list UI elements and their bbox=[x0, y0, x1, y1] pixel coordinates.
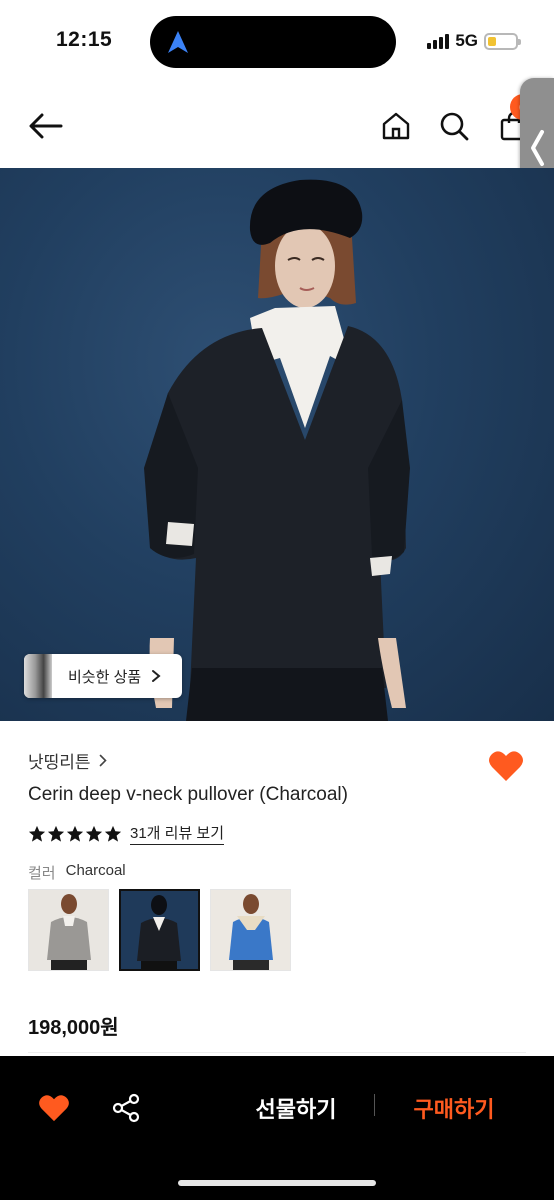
battery-level bbox=[488, 36, 496, 46]
back-arrow-icon bbox=[29, 113, 63, 139]
color-swatches bbox=[28, 889, 291, 971]
chevron-right-icon bbox=[152, 670, 161, 682]
similar-product-thumbnail bbox=[24, 654, 52, 698]
product-title: Cerin deep v-neck pullover (Charcoal) bbox=[28, 784, 348, 805]
home-button[interactable] bbox=[374, 104, 418, 148]
color-label: 컬러 bbox=[28, 865, 56, 882]
heart-icon bbox=[39, 1095, 69, 1122]
nav-bar: 6 bbox=[0, 82, 554, 168]
bottom-divider bbox=[374, 1094, 375, 1116]
product-price: 198,000원 bbox=[28, 1017, 119, 1039]
brand-name: 낫띵리튼 bbox=[28, 753, 91, 772]
color-value: Charcoal bbox=[65, 862, 126, 879]
review-link[interactable]: 31개 리뷰 보기 bbox=[130, 822, 225, 845]
wishlist-button[interactable] bbox=[486, 746, 526, 786]
network-type: 5G bbox=[455, 31, 478, 50]
star-icon bbox=[66, 825, 84, 842]
home-indicator bbox=[178, 1180, 376, 1186]
rating-row: 31개 리뷰 보기 bbox=[28, 822, 225, 845]
star-icon bbox=[104, 825, 122, 842]
bottom-action-bar: 선물하기 구매하기 bbox=[0, 1056, 554, 1200]
model-illustration bbox=[144, 179, 410, 721]
heart-icon bbox=[489, 751, 523, 781]
signal-icon bbox=[427, 33, 450, 49]
status-time: 12:15 bbox=[56, 28, 113, 51]
chevron-right-icon bbox=[99, 754, 107, 767]
bottom-wishlist-button[interactable] bbox=[34, 1088, 74, 1128]
dynamic-island bbox=[150, 16, 396, 68]
brand-link[interactable]: 낫띵리튼 bbox=[28, 748, 107, 773]
chevron-left-icon bbox=[531, 130, 544, 166]
status-indicators: 5G bbox=[427, 30, 521, 52]
swatch-gray[interactable] bbox=[28, 889, 109, 971]
search-icon bbox=[440, 112, 469, 141]
swatch-charcoal-image bbox=[137, 895, 181, 969]
buy-button[interactable]: 구매하기 bbox=[398, 1086, 510, 1130]
gift-button[interactable]: 선물하기 bbox=[240, 1086, 352, 1130]
color-row: 컬러 Charcoal bbox=[28, 862, 126, 883]
swatch-blue-image bbox=[229, 894, 273, 970]
product-hero-image[interactable]: 비슷한 상품 bbox=[0, 168, 554, 721]
back-button[interactable] bbox=[24, 104, 68, 148]
similar-products-label: 비슷한 상품 bbox=[68, 668, 142, 686]
star-icon bbox=[28, 825, 46, 842]
star-icon bbox=[47, 825, 65, 842]
star-icon bbox=[85, 825, 103, 842]
status-bar: 12:15 5G bbox=[0, 0, 554, 82]
swatch-charcoal[interactable] bbox=[119, 889, 200, 971]
share-icon bbox=[112, 1093, 140, 1123]
rating-stars bbox=[28, 825, 122, 843]
divider bbox=[28, 1052, 526, 1053]
home-icon bbox=[382, 112, 410, 140]
search-button[interactable] bbox=[432, 104, 476, 148]
share-button[interactable] bbox=[106, 1088, 146, 1128]
similar-products-button[interactable]: 비슷한 상품 bbox=[24, 654, 182, 698]
battery-icon bbox=[484, 32, 521, 50]
swatch-blue[interactable] bbox=[210, 889, 291, 971]
navigation-arrow-icon bbox=[168, 31, 188, 53]
swatch-gray-image bbox=[47, 894, 91, 970]
